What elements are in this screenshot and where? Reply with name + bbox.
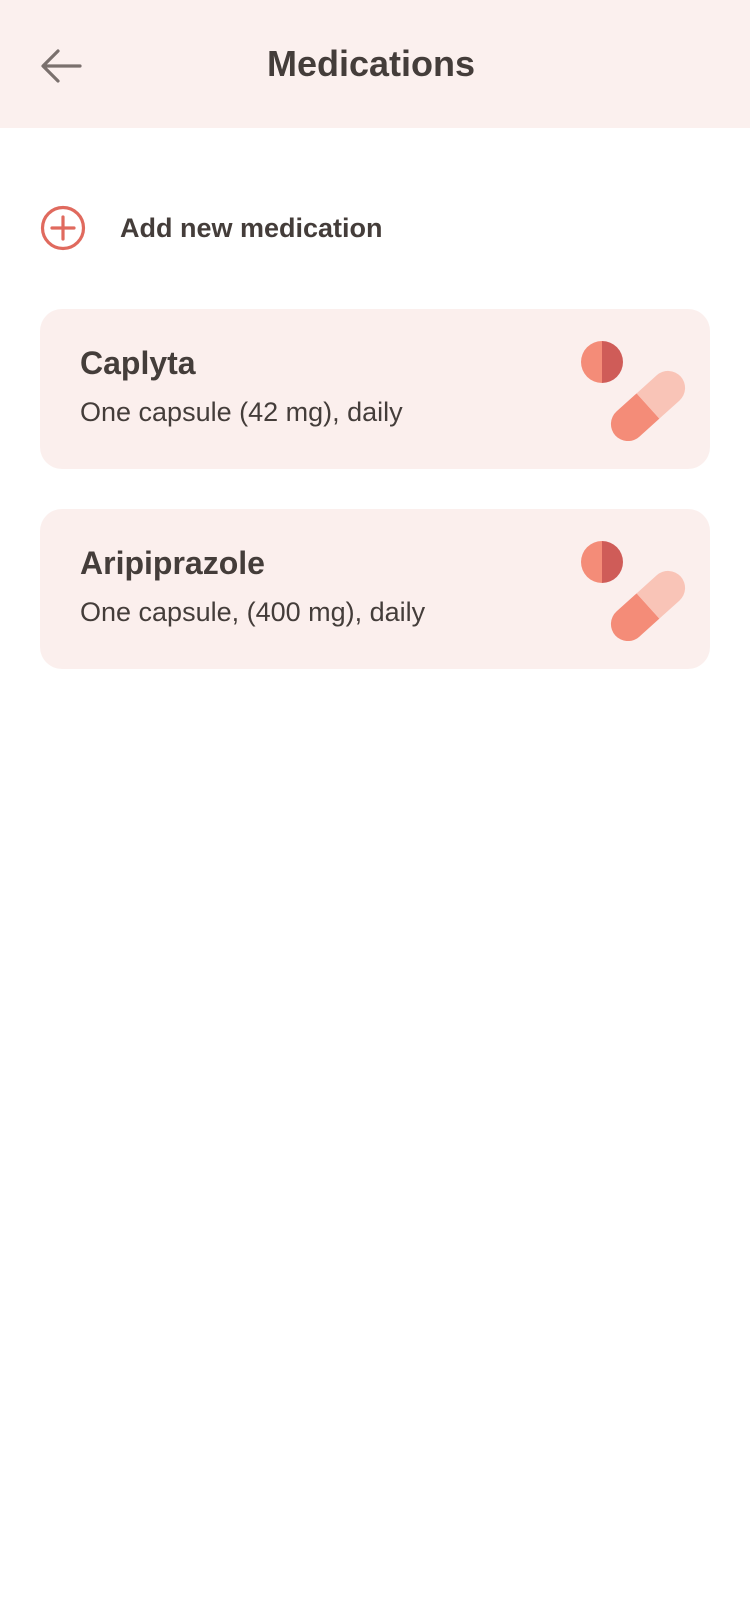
- medication-list: Caplyta One capsule (42 mg), daily Aripi…: [40, 309, 710, 709]
- medication-card[interactable]: Caplyta One capsule (42 mg), daily: [40, 309, 710, 469]
- add-medication-label: Add new medication: [120, 212, 383, 243]
- medication-name: Caplyta: [80, 345, 196, 381]
- medication-card[interactable]: Aripiprazole One capsule, (400 mg), dail…: [40, 509, 710, 669]
- add-medication-button[interactable]: Add new medication: [40, 204, 383, 252]
- pills-icon: [581, 541, 686, 641]
- medication-dosage: One capsule, (400 mg), daily: [80, 597, 426, 627]
- plus-circle-icon: [40, 205, 86, 251]
- page-title: Medications: [266, 43, 476, 84]
- medication-name: Aripiprazole: [80, 545, 265, 581]
- medication-dosage: One capsule (42 mg), daily: [80, 397, 403, 427]
- pills-icon: [581, 341, 686, 441]
- app-header: Medications: [0, 0, 750, 128]
